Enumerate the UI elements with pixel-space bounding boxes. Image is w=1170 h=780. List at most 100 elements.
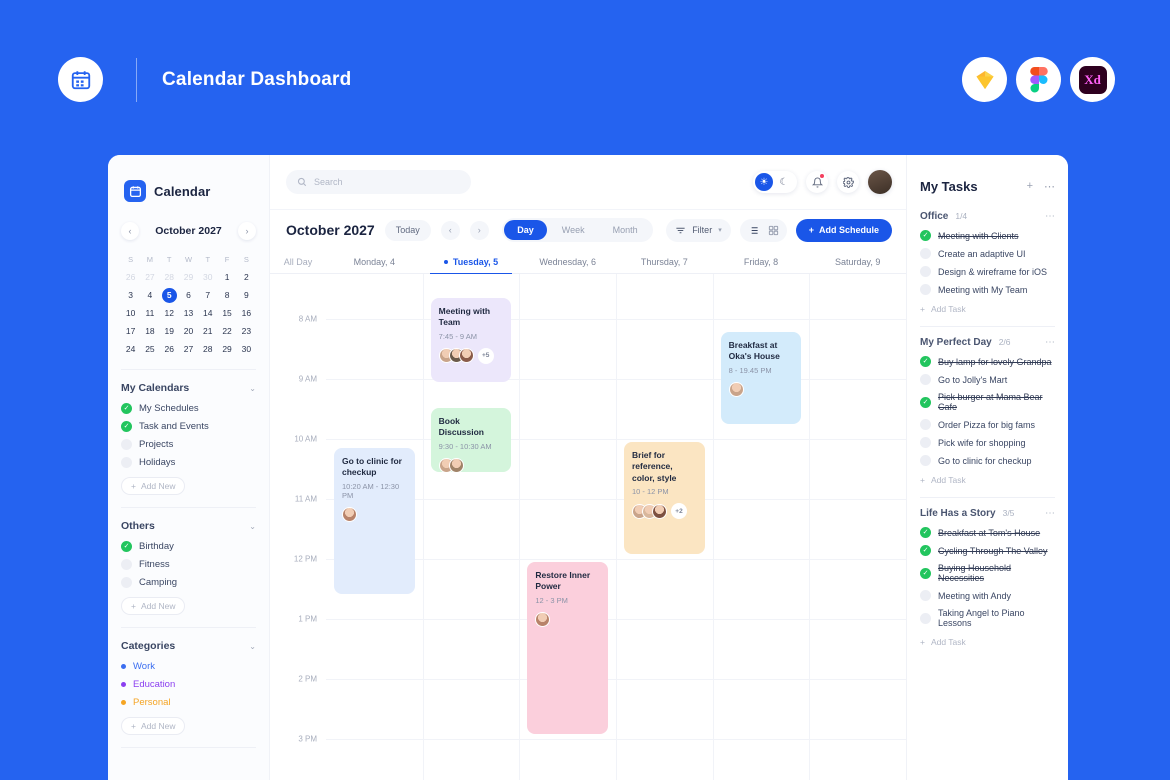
attendee-avatar[interactable] bbox=[342, 507, 357, 522]
task-checkbox[interactable] bbox=[920, 374, 931, 385]
chevron-down-icon[interactable]: ⌄ bbox=[249, 522, 256, 531]
mini-calendar-day[interactable]: 11 bbox=[140, 306, 159, 321]
attendee-avatar[interactable] bbox=[652, 504, 667, 519]
calendar-checkbox[interactable] bbox=[121, 403, 132, 414]
task-checkbox[interactable] bbox=[920, 356, 931, 367]
view-month[interactable]: Month bbox=[600, 220, 651, 240]
day-column-header[interactable]: Saturday, 9 bbox=[809, 250, 906, 273]
view-day[interactable]: Day bbox=[504, 220, 547, 240]
mini-calendar-day[interactable]: 12 bbox=[160, 306, 179, 321]
attendee-overflow-count[interactable]: +2 bbox=[671, 503, 687, 519]
task-checkbox[interactable] bbox=[920, 545, 931, 556]
calendar-event[interactable]: Meeting with Team7:45 - 9 AM+5 bbox=[431, 298, 512, 382]
view-week[interactable]: Week bbox=[549, 220, 598, 240]
task-item[interactable]: Create an adaptive UI bbox=[920, 248, 1055, 259]
sidebar-item-education[interactable]: Education bbox=[121, 679, 256, 690]
sidebar-item-holidays[interactable]: Holidays bbox=[121, 457, 256, 468]
add-schedule-button[interactable]: + Add Schedule bbox=[796, 219, 892, 242]
attendee-avatar[interactable] bbox=[459, 348, 474, 363]
task-item[interactable]: Design & wireframe for iOS bbox=[920, 266, 1055, 277]
mini-calendar-day[interactable]: 28 bbox=[160, 270, 179, 285]
avatar[interactable] bbox=[868, 170, 892, 194]
more-horizontal-icon[interactable]: ⋯ bbox=[1045, 211, 1055, 222]
prev-period-button[interactable]: ‹ bbox=[441, 221, 460, 240]
task-checkbox[interactable] bbox=[920, 284, 931, 295]
mini-calendar-day[interactable]: 25 bbox=[140, 342, 159, 357]
attendee-avatar[interactable] bbox=[729, 382, 744, 397]
sidebar-item-work[interactable]: Work bbox=[121, 661, 256, 672]
task-checkbox[interactable] bbox=[920, 437, 931, 448]
sketch-badge[interactable] bbox=[962, 57, 1007, 102]
task-checkbox[interactable] bbox=[920, 266, 931, 277]
mini-calendar-day[interactable]: 3 bbox=[121, 288, 140, 303]
sidebar-section-header[interactable]: Others⌄ bbox=[121, 520, 256, 532]
calendar-checkbox[interactable] bbox=[121, 541, 132, 552]
mini-calendar-day[interactable]: 20 bbox=[179, 324, 198, 339]
day-column-header[interactable]: Friday, 8 bbox=[713, 250, 810, 273]
task-item[interactable]: Meeting with Andy bbox=[920, 590, 1055, 601]
task-item[interactable]: Meeting with My Team bbox=[920, 284, 1055, 295]
xd-badge[interactable]: Xd bbox=[1070, 57, 1115, 102]
chevron-down-icon[interactable]: ⌄ bbox=[249, 384, 256, 393]
mini-calendar-day[interactable]: 26 bbox=[121, 270, 140, 285]
mini-calendar-day[interactable]: 13 bbox=[179, 306, 198, 321]
chevron-down-icon[interactable]: ▾ bbox=[718, 226, 722, 234]
day-column-header[interactable]: Monday, 4 bbox=[326, 250, 423, 273]
task-checkbox[interactable] bbox=[920, 568, 931, 579]
sidebar-item-camping[interactable]: Camping bbox=[121, 577, 256, 588]
day-column-header[interactable]: Tuesday, 5 bbox=[423, 250, 520, 273]
more-horizontal-icon[interactable]: ⋯ bbox=[1044, 180, 1055, 193]
task-item[interactable]: Buying Household Necessities bbox=[920, 563, 1055, 583]
task-item[interactable]: Taking Angel to Piano Lessons bbox=[920, 608, 1055, 628]
chevron-left-icon[interactable]: ‹ bbox=[121, 222, 139, 240]
mini-calendar-day[interactable]: 26 bbox=[160, 342, 179, 357]
next-period-button[interactable]: › bbox=[470, 221, 489, 240]
mini-calendar-day[interactable]: 27 bbox=[140, 270, 159, 285]
task-item[interactable]: Pick wife for shopping bbox=[920, 437, 1055, 448]
chevron-down-icon[interactable]: ⌄ bbox=[249, 642, 256, 651]
mini-calendar-day[interactable]: 10 bbox=[121, 306, 140, 321]
sidebar-section-header[interactable]: Categories⌄ bbox=[121, 640, 256, 652]
sidebar-item-fitness[interactable]: Fitness bbox=[121, 559, 256, 570]
more-horizontal-icon[interactable]: ⋯ bbox=[1045, 337, 1055, 348]
sun-icon[interactable]: ☀ bbox=[755, 173, 773, 191]
mini-calendar-day[interactable]: 14 bbox=[198, 306, 217, 321]
sidebar-item-personal[interactable]: Personal bbox=[121, 697, 256, 708]
mini-calendar-grid[interactable]: SMTWTFS262728293012345678910111213141516… bbox=[121, 252, 256, 357]
filter-button[interactable]: Filter ▾ bbox=[666, 219, 731, 242]
mini-calendar-day[interactable]: 27 bbox=[179, 342, 198, 357]
task-item[interactable]: Breakfast at Tom's House bbox=[920, 527, 1055, 538]
attendee-avatar[interactable] bbox=[535, 612, 550, 627]
add-task-button[interactable]: +Add Task bbox=[920, 304, 1055, 314]
task-item[interactable]: Meeting with Clients bbox=[920, 230, 1055, 241]
task-checkbox[interactable] bbox=[920, 230, 931, 241]
figma-badge[interactable] bbox=[1016, 57, 1061, 102]
task-checkbox[interactable] bbox=[920, 397, 931, 408]
calendar-checkbox[interactable] bbox=[121, 577, 132, 588]
calendar-checkbox[interactable] bbox=[121, 457, 132, 468]
sidebar-brand[interactable]: Calendar bbox=[108, 155, 269, 210]
calendar-grid-area[interactable]: Meeting with Team7:45 - 9 AM+5Breakfast … bbox=[326, 274, 906, 780]
sidebar-item-my-schedules[interactable]: My Schedules bbox=[121, 403, 256, 414]
calendar-checkbox[interactable] bbox=[121, 421, 132, 432]
task-item[interactable]: Cycling Through The Valley bbox=[920, 545, 1055, 556]
mini-calendar-day[interactable]: 16 bbox=[237, 306, 256, 321]
add-new-button[interactable]: +Add New bbox=[121, 477, 185, 495]
mini-calendar-day[interactable]: 23 bbox=[237, 324, 256, 339]
task-checkbox[interactable] bbox=[920, 613, 931, 624]
task-item[interactable]: Pick burger at Mama Bear Cafe bbox=[920, 392, 1055, 412]
mini-calendar-day[interactable]: 8 bbox=[217, 288, 236, 303]
mini-calendar-day[interactable]: 7 bbox=[198, 288, 217, 303]
mini-calendar-day[interactable]: 15 bbox=[217, 306, 236, 321]
search-input[interactable]: Search bbox=[314, 177, 343, 187]
calendar-event[interactable]: Restore Inner Power12 - 3 PM bbox=[527, 562, 608, 734]
add-task-button[interactable]: +Add Task bbox=[920, 637, 1055, 647]
mini-calendar-day[interactable]: 28 bbox=[198, 342, 217, 357]
task-item[interactable]: Buy lamp for lovely Grandpa bbox=[920, 356, 1055, 367]
sidebar-section-header[interactable]: My Calendars⌄ bbox=[121, 382, 256, 394]
attendee-avatar[interactable] bbox=[449, 458, 464, 472]
sidebar-item-birthday[interactable]: Birthday bbox=[121, 541, 256, 552]
task-checkbox[interactable] bbox=[920, 248, 931, 259]
add-new-button[interactable]: +Add New bbox=[121, 717, 185, 735]
task-item[interactable]: Go to Jolly's Mart bbox=[920, 374, 1055, 385]
